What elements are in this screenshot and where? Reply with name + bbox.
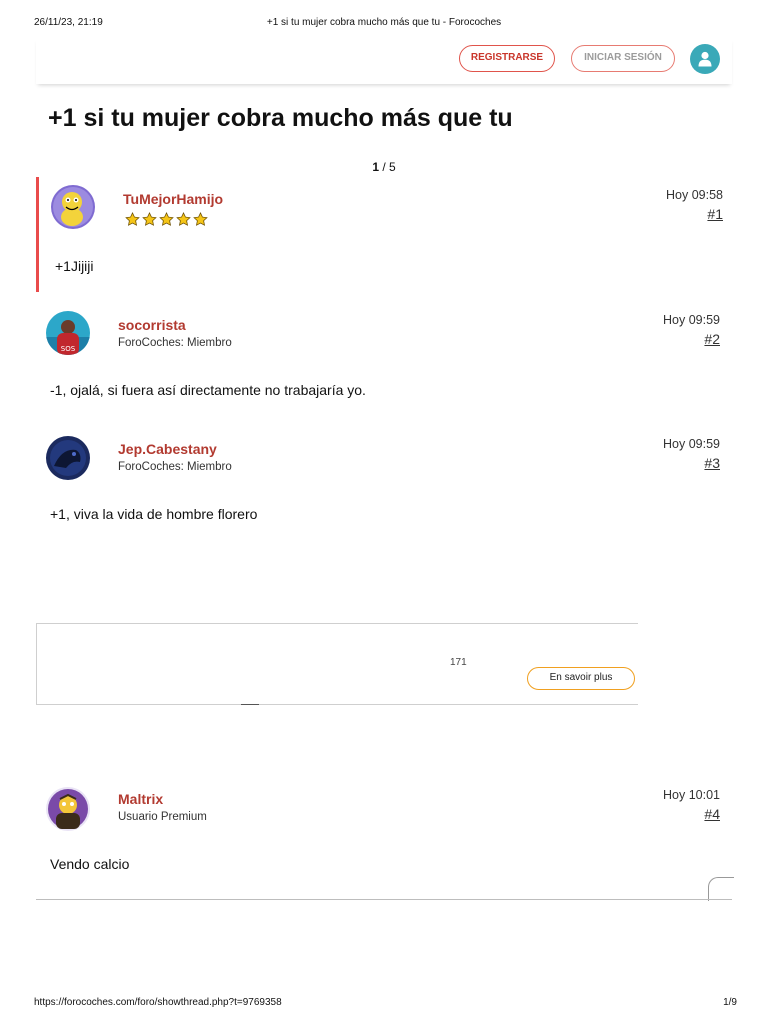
ad-divider — [241, 704, 259, 705]
user-rating-stars — [125, 212, 210, 228]
user-account-button[interactable] — [690, 44, 720, 74]
post-user-role: Usuario Premium — [118, 811, 207, 823]
post-1: TuMejorHamijo Hoy 09:58 #1 +1Jijiji — [36, 177, 735, 292]
post-username[interactable]: TuMejorHamijo — [123, 191, 223, 207]
post-user-role: ForoCoches: Miembro — [118, 337, 232, 349]
bottom-panel — [36, 899, 732, 995]
ad-learn-more-button[interactable]: En savoir plus — [527, 667, 635, 690]
post-time: Hoy 09:58 — [666, 188, 723, 202]
star-icon — [176, 212, 191, 227]
avatar[interactable]: SOS — [46, 311, 90, 355]
avatar[interactable] — [46, 436, 90, 480]
post-time: Hoy 09:59 — [663, 437, 720, 451]
star-icon — [159, 212, 174, 227]
scroll-corner-tab[interactable] — [708, 877, 734, 901]
star-icon — [142, 212, 157, 227]
post-body: +1Jijiji — [55, 258, 94, 274]
star-icon — [125, 212, 140, 227]
avatar[interactable] — [46, 787, 90, 831]
post-3: Jep.Cabestany ForoCoches: Miembro Hoy 09… — [36, 428, 732, 538]
register-button[interactable]: REGISTRARSE — [459, 45, 555, 72]
post-username[interactable]: Maltrix — [118, 791, 163, 807]
post-number-link[interactable]: #4 — [704, 806, 720, 822]
avatar[interactable] — [51, 185, 95, 229]
pagination[interactable]: 1 / 5 — [0, 160, 768, 174]
svg-text:SOS: SOS — [61, 345, 76, 353]
print-footer: https://forocoches.com/foro/showthread.p… — [0, 997, 768, 1011]
advertisement[interactable]: 171 En savoir plus — [36, 623, 638, 705]
post-time: Hoy 09:59 — [663, 313, 720, 327]
post-4: Maltrix Usuario Premium Hoy 10:01 #4 Ven… — [36, 778, 732, 888]
post-body: -1, ojalá, si fuera así directamente no … — [50, 382, 366, 398]
thread-title: +1 si tu mujer cobra mucho más que tu — [48, 104, 513, 132]
post-number-link[interactable]: #2 — [704, 331, 720, 347]
print-page-counter: 1/9 — [723, 997, 737, 1008]
star-icon — [193, 212, 208, 227]
print-header: 26/11/23, 21:19 +1 si tu mujer cobra muc… — [0, 17, 768, 31]
user-icon — [698, 51, 712, 67]
post-username[interactable]: socorrista — [118, 317, 186, 333]
post-time: Hoy 10:01 — [663, 788, 720, 802]
pager-current[interactable]: 1 — [372, 160, 379, 174]
post-body: +1, viva la vida de hombre florero — [50, 506, 258, 522]
print-url: https://forocoches.com/foro/showthread.p… — [34, 997, 282, 1008]
post-number-link[interactable]: #1 — [707, 206, 723, 222]
top-bar: REGISTRARSE INICIAR SESIÓN — [36, 38, 732, 84]
post-user-role: ForoCoches: Miembro — [118, 461, 232, 473]
post-number-link[interactable]: #3 — [704, 455, 720, 471]
post-body: Vendo calcio — [50, 856, 130, 872]
pager-total[interactable]: / 5 — [379, 160, 395, 174]
post-username[interactable]: Jep.Cabestany — [118, 441, 217, 457]
print-page-title: +1 si tu mujer cobra mucho más que tu - … — [266, 17, 502, 28]
post-2: SOS socorrista ForoCoches: Miembro Hoy 0… — [36, 303, 732, 413]
ad-count: 171 — [450, 657, 467, 668]
login-button[interactable]: INICIAR SESIÓN — [571, 45, 675, 72]
